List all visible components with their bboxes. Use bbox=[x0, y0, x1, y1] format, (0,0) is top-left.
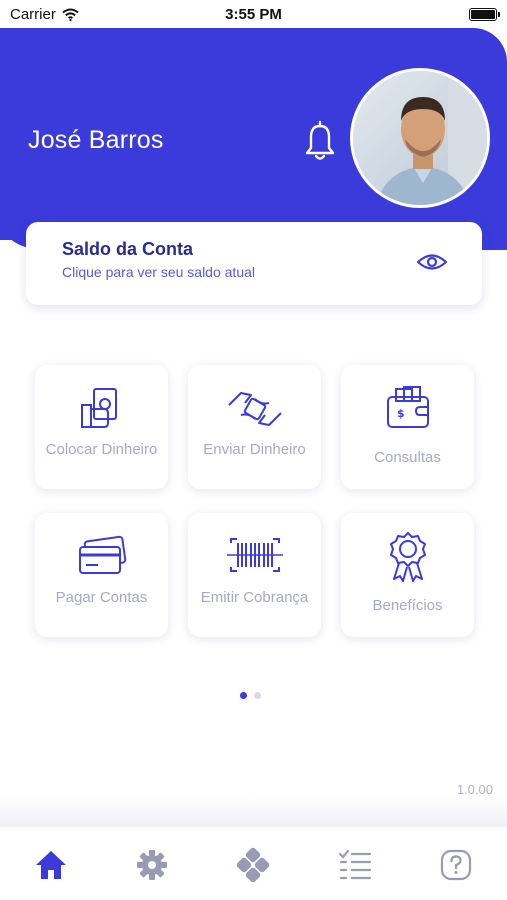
action-label: Enviar Dinheiro bbox=[203, 441, 306, 458]
action-label: Benefícios bbox=[372, 597, 443, 614]
battery-icon bbox=[469, 8, 500, 21]
checklist-icon bbox=[338, 849, 372, 880]
footer-fade bbox=[0, 796, 507, 826]
wallet-icon: $ bbox=[386, 386, 429, 428]
money-hand-icon bbox=[80, 388, 117, 428]
tab-services[interactable] bbox=[234, 847, 272, 883]
profile-photo bbox=[353, 71, 487, 205]
action-emitir-cobranca[interactable]: Emitir Cobrança bbox=[188, 513, 321, 637]
diamond-icon bbox=[236, 847, 270, 883]
tab-bar bbox=[0, 826, 507, 900]
status-time: 3:55 PM bbox=[225, 6, 282, 23]
help-icon bbox=[440, 849, 472, 881]
tab-list[interactable] bbox=[336, 847, 374, 883]
balance-card[interactable]: Saldo da Conta Clique para ver seu saldo… bbox=[26, 222, 482, 305]
eye-icon[interactable] bbox=[416, 250, 448, 274]
tab-help[interactable] bbox=[437, 847, 475, 883]
balance-subtitle: Clique para ver seu saldo atual bbox=[62, 264, 256, 280]
action-consultas[interactable]: $ Consultas bbox=[341, 365, 474, 489]
action-label: Consultas bbox=[374, 449, 441, 466]
action-colocar-dinheiro[interactable]: Colocar Dinheiro bbox=[35, 365, 168, 489]
user-name: José Barros bbox=[28, 126, 164, 154]
transfer-hands-icon bbox=[227, 392, 282, 426]
action-label: Emitir Cobrança bbox=[200, 589, 309, 606]
page-dot-1[interactable] bbox=[240, 692, 247, 699]
action-label: Pagar Contas bbox=[55, 589, 148, 606]
action-pagar-contas[interactable]: Pagar Contas bbox=[35, 513, 168, 637]
cards-icon bbox=[78, 535, 126, 574]
page-indicator[interactable] bbox=[240, 692, 261, 699]
tab-home[interactable] bbox=[32, 847, 70, 883]
badge-icon bbox=[389, 532, 426, 582]
bell-icon[interactable] bbox=[302, 118, 338, 162]
svg-text:$: $ bbox=[397, 407, 405, 420]
balance-title: Saldo da Conta bbox=[62, 239, 194, 259]
gear-icon bbox=[137, 850, 167, 880]
home-icon bbox=[36, 851, 66, 879]
action-enviar-dinheiro[interactable]: Enviar Dinheiro bbox=[188, 365, 321, 489]
tab-settings[interactable] bbox=[133, 847, 171, 883]
page-dot-2[interactable] bbox=[254, 692, 261, 699]
action-label: Colocar Dinheiro bbox=[45, 441, 158, 458]
barcode-icon bbox=[226, 538, 283, 572]
app-version: 1.0.00 bbox=[456, 782, 493, 797]
avatar[interactable] bbox=[350, 68, 490, 208]
status-bar: Carrier 3:55 PM bbox=[0, 0, 507, 28]
action-beneficios[interactable]: Benefícios bbox=[341, 513, 474, 637]
